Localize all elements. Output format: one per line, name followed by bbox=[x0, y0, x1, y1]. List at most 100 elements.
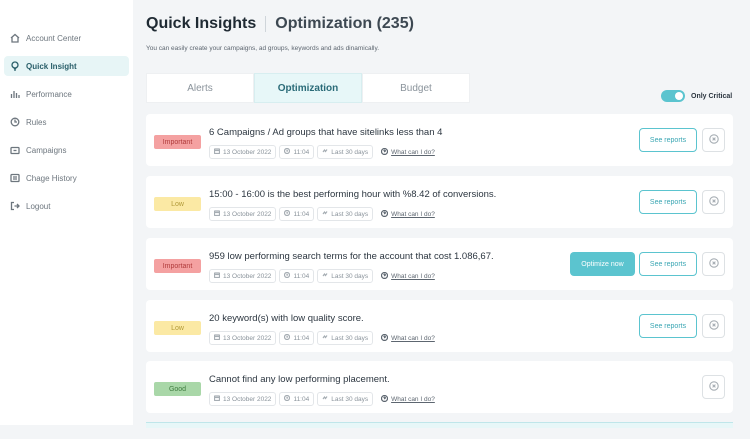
range-chip: Last 30 days bbox=[317, 145, 374, 159]
next-card-edge bbox=[146, 422, 733, 428]
trend-icon bbox=[322, 272, 331, 280]
calendar-icon bbox=[213, 272, 223, 280]
clock-icon bbox=[284, 333, 293, 342]
tab-budget[interactable]: Budget bbox=[362, 73, 470, 103]
sidebar-item-rules[interactable]: Rules bbox=[4, 112, 129, 132]
history-icon bbox=[10, 173, 20, 183]
tab-optimization[interactable]: Optimization bbox=[254, 73, 362, 103]
see-reports-button[interactable]: See reports bbox=[639, 128, 697, 152]
insight-title: 959 low performing search terms for the … bbox=[209, 251, 494, 262]
what-can-i-do-link[interactable]: What can I do? bbox=[380, 271, 435, 281]
sidebar-item-label: Chage History bbox=[26, 173, 77, 183]
time-text: 11:04 bbox=[293, 334, 310, 342]
date-chip: 13 October 2022 bbox=[209, 392, 277, 406]
insight-card: Low 20 keyword(s) with low quality score.… bbox=[146, 300, 733, 352]
page-description: You can easily create your campaigns, ad… bbox=[146, 45, 380, 52]
insight-card: Low 15:00 - 16:00 is the best performing … bbox=[146, 176, 733, 228]
clock-icon bbox=[284, 271, 293, 280]
time-chip: 11:04 bbox=[279, 145, 315, 159]
sidebar: Account Center Quick Insight Performance… bbox=[0, 0, 133, 425]
what-can-i-do-link[interactable]: What can I do? bbox=[380, 333, 435, 343]
insight-title: Cannot find any low performing placement… bbox=[209, 374, 390, 385]
insight-title: 6 Campaigns / Ad groups that have siteli… bbox=[209, 127, 443, 138]
only-critical-toggle[interactable] bbox=[661, 90, 685, 102]
calendar-icon bbox=[213, 395, 223, 403]
sidebar-item-label: Quick Insight bbox=[26, 61, 77, 71]
page-header: Quick Insights Optimization (235) bbox=[146, 15, 414, 33]
what-can-i-do-text: What can I do? bbox=[391, 395, 435, 403]
sidebar-item-chage-history[interactable]: Chage History bbox=[4, 168, 129, 188]
tab-bar: Alerts Optimization Budget bbox=[146, 73, 470, 103]
sidebar-item-label: Logout bbox=[26, 201, 51, 211]
bar-chart-icon bbox=[10, 89, 20, 99]
time-text: 11:04 bbox=[293, 148, 310, 156]
date-chip: 13 October 2022 bbox=[209, 269, 277, 283]
dismiss-button[interactable] bbox=[702, 375, 725, 399]
trend-icon bbox=[322, 395, 331, 403]
sidebar-item-account-center[interactable]: Account Center bbox=[4, 28, 129, 48]
time-chip: 11:04 bbox=[279, 207, 315, 221]
insight-meta: 13 October 2022 11:04 Last 30 days What … bbox=[209, 145, 435, 159]
date-chip: 13 October 2022 bbox=[209, 207, 277, 221]
page-subtitle: Optimization (235) bbox=[275, 15, 414, 32]
what-can-i-do-link[interactable]: What can I do? bbox=[380, 209, 435, 219]
what-can-i-do-text: What can I do? bbox=[391, 210, 435, 218]
sidebar-item-logout[interactable]: Logout bbox=[4, 196, 129, 216]
priority-badge: Important bbox=[154, 135, 201, 149]
trend-icon bbox=[322, 210, 331, 218]
what-can-i-do-link[interactable]: What can I do? bbox=[380, 147, 435, 157]
range-chip: Last 30 days bbox=[317, 392, 374, 406]
logout-icon bbox=[10, 201, 20, 211]
what-can-i-do-text: What can I do? bbox=[391, 272, 435, 280]
time-chip: 11:04 bbox=[279, 269, 315, 283]
range-chip: Last 30 days bbox=[317, 331, 374, 345]
question-icon bbox=[380, 333, 391, 343]
close-circle-icon bbox=[708, 255, 719, 273]
insight-meta: 13 October 2022 11:04 Last 30 days What … bbox=[209, 269, 435, 283]
sidebar-item-campaigns[interactable]: Campaigns bbox=[4, 140, 129, 160]
see-reports-button[interactable]: See reports bbox=[639, 190, 697, 214]
folder-icon bbox=[10, 145, 20, 155]
time-text: 11:04 bbox=[293, 272, 310, 280]
tab-alerts[interactable]: Alerts bbox=[146, 73, 254, 103]
close-circle-icon bbox=[708, 317, 719, 335]
calendar-icon bbox=[213, 210, 223, 218]
only-critical-toggle-group: Only Critical bbox=[661, 90, 732, 102]
range-text: Last 30 days bbox=[331, 272, 369, 280]
dismiss-button[interactable] bbox=[702, 190, 725, 214]
trend-icon bbox=[322, 148, 331, 156]
insight-meta: 13 October 2022 11:04 Last 30 days What … bbox=[209, 207, 435, 221]
sidebar-item-label: Performance bbox=[26, 89, 72, 99]
what-can-i-do-text: What can I do? bbox=[391, 334, 435, 342]
clock-icon bbox=[284, 209, 293, 218]
close-circle-icon bbox=[708, 193, 719, 211]
insight-card: Important 6 Campaigns / Ad groups that ha… bbox=[146, 114, 733, 166]
sidebar-item-performance[interactable]: Performance bbox=[4, 84, 129, 104]
title-divider bbox=[265, 16, 267, 32]
see-reports-button[interactable]: See reports bbox=[639, 252, 697, 276]
sidebar-item-label: Account Center bbox=[26, 33, 82, 43]
range-text: Last 30 days bbox=[331, 210, 369, 218]
clock-icon bbox=[284, 394, 293, 403]
dismiss-button[interactable] bbox=[702, 252, 725, 276]
insight-title: 15:00 - 16:00 is the best performing hou… bbox=[209, 189, 497, 200]
question-icon bbox=[380, 147, 391, 157]
what-can-i-do-link[interactable]: What can I do? bbox=[380, 394, 435, 404]
clock-icon bbox=[284, 147, 293, 156]
range-text: Last 30 days bbox=[331, 395, 369, 403]
trend-icon bbox=[322, 334, 331, 342]
sidebar-item-quick-insight[interactable]: Quick Insight bbox=[4, 56, 129, 76]
insight-card: Important 959 low performing search terms… bbox=[146, 238, 733, 290]
optimize-now-button[interactable]: Optimize now bbox=[570, 252, 635, 276]
date-text: 13 October 2022 bbox=[223, 395, 272, 403]
dismiss-button[interactable] bbox=[702, 314, 725, 338]
date-text: 13 October 2022 bbox=[223, 210, 272, 218]
home-icon bbox=[10, 33, 20, 43]
time-text: 11:04 bbox=[293, 210, 310, 218]
close-circle-icon bbox=[708, 131, 719, 149]
priority-badge: Low bbox=[154, 197, 201, 211]
date-text: 13 October 2022 bbox=[223, 148, 272, 156]
dismiss-button[interactable] bbox=[702, 128, 725, 152]
see-reports-button[interactable]: See reports bbox=[639, 314, 697, 338]
calendar-icon bbox=[213, 148, 223, 156]
